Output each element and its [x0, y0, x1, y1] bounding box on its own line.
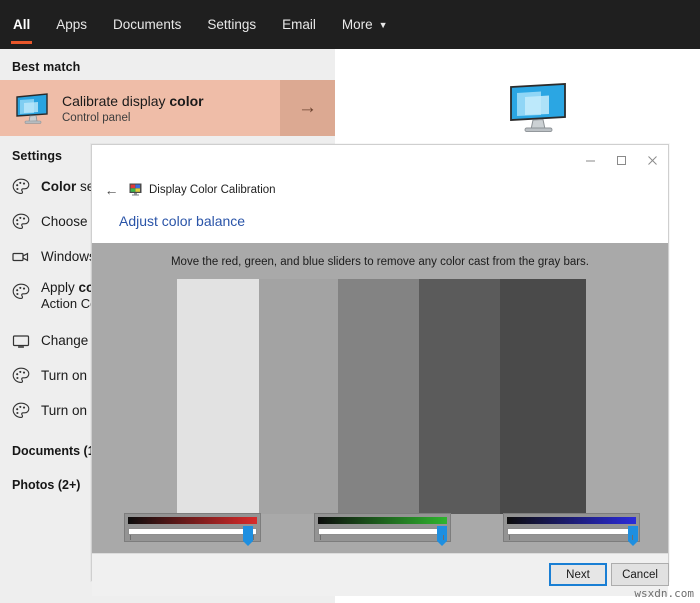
blue-slider[interactable]	[503, 513, 640, 546]
green-gradient-bar	[318, 517, 447, 524]
window-controls	[575, 145, 668, 176]
settings-item-3-sub: Action Ce	[41, 296, 98, 312]
calibration-instruction: Move the red, green, and blue sliders to…	[170, 256, 590, 268]
display-calibration-icon	[129, 183, 142, 196]
tab-settings[interactable]: Settings	[194, 0, 269, 49]
gray-bar-4	[418, 279, 501, 514]
best-match-heading: Best match	[12, 60, 81, 74]
arrow-right-icon: →	[298, 97, 317, 118]
palette-icon	[10, 365, 32, 387]
gray-bar-5	[500, 279, 586, 514]
tab-email[interactable]: Email	[269, 0, 329, 49]
watermark: wsxdn.com	[634, 587, 694, 600]
best-match-title-highlight: color	[169, 92, 204, 109]
back-arrow-icon[interactable]: ←	[103, 181, 120, 198]
gray-bar-3	[337, 279, 419, 514]
tab-more-label: More	[341, 17, 373, 32]
green-slider-thumb[interactable]	[437, 526, 447, 546]
red-slider[interactable]	[124, 513, 261, 546]
monitor-icon	[505, 82, 570, 134]
tab-all-label: All	[13, 17, 31, 32]
settings-item-0-bold: Color	[41, 178, 77, 194]
blue-slider-tick-min	[509, 535, 510, 540]
camera-icon	[10, 246, 32, 268]
settings-item-label: Turn on c	[41, 367, 98, 383]
green-slider-tick-max	[443, 535, 444, 540]
red-slider-thumb[interactable]	[243, 526, 253, 546]
settings-item-label: Windows	[41, 248, 96, 264]
chevron-down-icon: ▼	[378, 20, 388, 30]
green-slider[interactable]	[314, 513, 451, 546]
red-slider-tick-max	[253, 535, 254, 540]
palette-icon	[10, 281, 32, 303]
best-match-title: Calibrate display color	[62, 93, 280, 109]
blue-slider-tick-max	[632, 535, 633, 540]
settings-item-3-prefix: Apply	[41, 280, 79, 295]
gray-bars-group	[177, 279, 586, 514]
monitor-icon	[12, 88, 52, 128]
tab-email-label: Email	[282, 17, 316, 32]
dialog-heading: Adjust color balance	[92, 203, 668, 239]
red-slider-tick-min	[130, 535, 131, 540]
tab-settings-label: Settings	[207, 17, 257, 32]
tab-documents[interactable]: Documents	[100, 0, 194, 49]
dialog-footer: Next Cancel	[92, 553, 669, 596]
next-button[interactable]: Next	[549, 563, 607, 586]
cancel-button[interactable]: Cancel	[611, 563, 669, 586]
red-slider-track[interactable]	[128, 528, 257, 535]
settings-item-label: Change t	[41, 332, 96, 348]
best-match-result[interactable]: Calibrate display color Control panel →	[0, 80, 335, 136]
close-button[interactable]	[637, 145, 668, 176]
settings-item-label: Turn on c	[41, 402, 98, 418]
search-tab-bar: All Apps Documents Settings Email More ▼	[0, 0, 700, 49]
palette-icon	[10, 211, 32, 233]
green-slider-tick-min	[320, 535, 321, 540]
display-color-calibration-dialog: ← Display Color Calibration Adjust color…	[91, 144, 669, 596]
blue-slider-track[interactable]	[507, 528, 636, 535]
calibration-preview-area: Move the red, green, and blue sliders to…	[92, 243, 668, 553]
best-match-expand-button[interactable]: →	[280, 80, 335, 136]
tab-apps[interactable]: Apps	[43, 0, 100, 49]
green-slider-track[interactable]	[318, 528, 447, 535]
tab-documents-label: Documents	[113, 17, 182, 32]
minimize-button[interactable]	[575, 145, 606, 176]
tab-all[interactable]: All	[0, 0, 43, 49]
blue-gradient-bar	[507, 517, 636, 524]
tab-apps-label: Apps	[56, 17, 88, 32]
palette-icon	[10, 400, 32, 422]
maximize-button[interactable]	[606, 145, 637, 176]
gray-bar-2	[258, 279, 338, 514]
settings-item-label: Choose y	[41, 213, 99, 229]
display-icon	[10, 330, 32, 352]
dialog-title-bar[interactable]	[92, 145, 668, 176]
best-match-text: Calibrate display color Control panel	[62, 93, 280, 124]
settings-item-label: Apply col Action Ce	[41, 279, 98, 313]
red-gradient-bar	[128, 517, 257, 524]
gray-bar-1	[177, 279, 259, 514]
settings-item-label: Color set	[41, 178, 98, 195]
tab-more[interactable]: More ▼	[329, 0, 401, 49]
best-match-subtitle: Control panel	[62, 111, 131, 124]
blue-slider-thumb[interactable]	[628, 526, 638, 546]
dialog-nav-bar: ← Display Color Calibration	[92, 176, 668, 203]
best-match-title-prefix: Calibrate display	[62, 92, 170, 109]
tab-active-underline	[11, 41, 33, 44]
dialog-app-title: Display Color Calibration	[149, 183, 276, 196]
rgb-sliders-group	[92, 513, 668, 546]
palette-icon	[10, 176, 32, 198]
